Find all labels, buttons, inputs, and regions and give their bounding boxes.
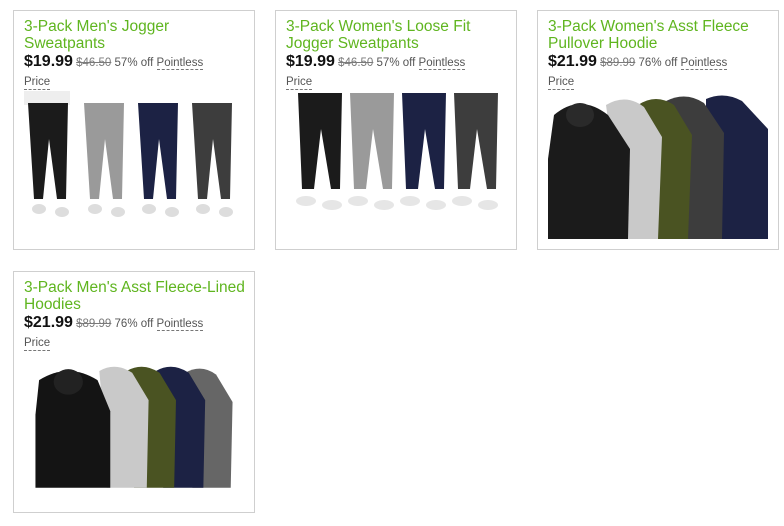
pointless-price-link-continued[interactable]: Price bbox=[548, 75, 575, 90]
pointless-price-link[interactable]: Pointless bbox=[156, 318, 204, 331]
original-price: $89.99 bbox=[76, 318, 112, 330]
deal-card[interactable]: 3-Pack Women's Asst Fleece Pullover Hood… bbox=[537, 10, 779, 250]
pointless-price-link[interactable]: Pointless bbox=[680, 57, 728, 70]
pointless-price-link-continued[interactable]: Price bbox=[286, 75, 313, 90]
discount-percent: 57% off bbox=[376, 57, 416, 69]
sale-price: $21.99 bbox=[24, 314, 73, 331]
sale-price: $21.99 bbox=[548, 53, 597, 70]
pointless-price-link[interactable]: Pointless bbox=[156, 57, 204, 70]
deal-title-link[interactable]: 3-Pack Women's Asst Fleece Pullover Hood… bbox=[548, 18, 774, 52]
deal-card[interactable]: 3-Pack Men's Asst Fleece-Lined Hoodies $… bbox=[13, 271, 255, 513]
discount-percent: 76% off bbox=[114, 318, 154, 330]
deal-title-link[interactable]: 3-Pack Men's Jogger Sweatpants bbox=[24, 18, 250, 52]
price-row: $21.99 $89.99 76% off Pointless bbox=[24, 313, 250, 334]
mens-fleece-hoodies-image[interactable] bbox=[22, 360, 246, 506]
mens-jogger-sweatpants-image[interactable] bbox=[22, 89, 246, 249]
original-price: $89.99 bbox=[600, 57, 636, 69]
pointless-price-link[interactable]: Pointless bbox=[418, 57, 466, 70]
womens-fleece-hoodie-image[interactable] bbox=[546, 89, 770, 249]
deal-title-link[interactable]: 3-Pack Men's Asst Fleece-Lined Hoodies bbox=[24, 279, 250, 313]
pointless-price-link-continued[interactable]: Price bbox=[24, 75, 51, 90]
deal-title-link[interactable]: 3-Pack Women's Loose Fit Jogger Sweatpan… bbox=[286, 18, 512, 52]
price-row: $19.99 $46.50 57% off Pointless bbox=[286, 52, 512, 73]
original-price: $46.50 bbox=[338, 57, 374, 69]
womens-jogger-sweatpants-image[interactable] bbox=[284, 89, 508, 249]
pointless-price-link-continued[interactable]: Price bbox=[24, 336, 51, 351]
deal-card[interactable]: 3-Pack Women's Loose Fit Jogger Sweatpan… bbox=[275, 10, 517, 250]
discount-percent: 76% off bbox=[638, 57, 678, 69]
original-price: $46.50 bbox=[76, 57, 112, 69]
sale-price: $19.99 bbox=[286, 53, 335, 70]
deal-card[interactable]: 3-Pack Men's Jogger Sweatpants $19.99 $4… bbox=[13, 10, 255, 250]
price-row: $21.99 $89.99 76% off Pointless bbox=[548, 52, 774, 73]
discount-percent: 57% off bbox=[114, 57, 154, 69]
price-row: $19.99 $46.50 57% off Pointless bbox=[24, 52, 250, 73]
sale-price: $19.99 bbox=[24, 53, 73, 70]
